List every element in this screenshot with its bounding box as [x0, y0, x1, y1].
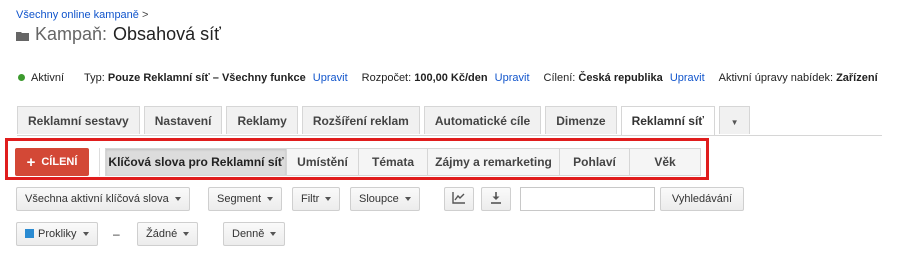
line-chart-icon	[452, 192, 465, 204]
tab-reklamy[interactable]: Reklamy	[226, 106, 298, 134]
search-button[interactable]: Vyhledávání	[660, 187, 744, 211]
segment-label: Segment	[217, 193, 262, 205]
caret-down-icon	[270, 232, 277, 236]
download-button[interactable]	[481, 187, 511, 211]
edit-type-link[interactable]: Upravit	[313, 72, 348, 84]
page-title: Kampaň: Obsahová síť	[16, 24, 221, 45]
download-icon	[491, 192, 501, 204]
columns-dropdown[interactable]: Sloupce	[350, 187, 420, 211]
folder-icon	[16, 24, 35, 45]
more-tabs-button[interactable]: ▼	[719, 106, 751, 134]
segment-dropdown[interactable]: Segment	[208, 187, 283, 211]
plus-icon: +	[26, 153, 36, 171]
breadcrumb-separator: >	[141, 9, 149, 21]
breadcrumb-link[interactable]: Všechny online kampaně	[16, 9, 139, 21]
period-label: Denně	[232, 228, 265, 240]
compare-metric-dropdown[interactable]: Žádné	[137, 222, 199, 246]
filter-dropdown[interactable]: Filtr	[292, 187, 341, 211]
keyword-filter-dropdown[interactable]: Všechna aktivní klíčová slova	[16, 187, 190, 211]
tab-rozsireni-reklam[interactable]: Rozšíření reklam	[301, 106, 420, 134]
columns-label: Sloupce	[359, 193, 399, 205]
target-label: Cílení:	[543, 72, 576, 84]
subtab-age[interactable]: Věk	[629, 148, 701, 176]
subtab-topics[interactable]: Témata	[358, 148, 428, 176]
breadcrumb: Všechny online kampaně >	[16, 9, 148, 21]
title-prefix: Kampaň:	[35, 24, 108, 44]
caret-down-icon	[325, 197, 332, 201]
tab-nastaveni[interactable]: Nastavení	[143, 106, 223, 134]
tab-reklamni-sit[interactable]: Reklamní síť	[620, 106, 716, 136]
filter-label: Filtr	[301, 193, 320, 205]
target-value: Česká republika	[578, 72, 663, 84]
period-dropdown[interactable]: Denně	[223, 222, 286, 246]
budget-value: 100,00 Kč/den	[414, 72, 488, 84]
metric-dropdown[interactable]: Prokliky	[16, 222, 98, 246]
bid-value: Zařízení	[836, 72, 878, 84]
subtab-interests-remarketing[interactable]: Zájmy a remarketing	[427, 148, 560, 176]
campaign-info-bar: Aktivní Typ: Pouze Reklamní síť – Všechn…	[18, 72, 892, 84]
caret-down-icon	[267, 197, 274, 201]
campaign-targeting: Cílení: Česká republika Upravit	[544, 72, 705, 84]
targeting-subtabs: Klíčová slova pro Reklamní síť Umístění …	[105, 148, 701, 176]
metric-color-swatch	[25, 229, 34, 238]
caret-down-icon	[404, 197, 411, 201]
divider	[99, 148, 100, 176]
caret-down-icon	[174, 197, 181, 201]
campaign-type: Typ: Pouze Reklamní síť – Všechny funkce…	[84, 72, 348, 84]
subtab-gender[interactable]: Pohlaví	[559, 148, 630, 176]
subtab-placements[interactable]: Umístění	[286, 148, 359, 176]
status-text: Aktivní	[31, 72, 65, 84]
campaign-budget: Rozpočet: 100,00 Kč/den Upravit	[362, 72, 530, 84]
caret-down-icon	[183, 232, 190, 236]
status-dot-icon	[18, 74, 25, 81]
chevron-down-icon: ▼	[730, 118, 739, 127]
keyword-filter-label: Všechna aktivní klíčová slova	[25, 193, 169, 205]
type-label: Typ:	[84, 72, 105, 84]
add-targeting-button[interactable]: + CÍLENÍ	[15, 148, 89, 176]
metric-separator: –	[113, 227, 120, 241]
edit-targeting-link[interactable]: Upravit	[670, 72, 705, 84]
campaign-tabs: Reklamní sestavy Nastavení Reklamy Rozší…	[17, 106, 754, 136]
campaign-name: Obsahová síť	[113, 24, 221, 44]
tabs-divider	[17, 135, 882, 136]
tab-dimenze[interactable]: Dimenze	[545, 106, 617, 134]
tab-reklamni-sestavy[interactable]: Reklamní sestavy	[17, 106, 140, 134]
chart-toggle-button[interactable]	[444, 187, 474, 211]
tab-automaticke-cile[interactable]: Automatické cíle	[423, 106, 542, 134]
search-input[interactable]	[520, 187, 655, 211]
search-button-label: Vyhledávání	[671, 193, 733, 205]
bid-adjustments: Aktivní úpravy nabídek: Zařízení	[719, 72, 878, 84]
metric-label: Prokliky	[38, 228, 77, 240]
edit-budget-link[interactable]: Upravit	[495, 72, 530, 84]
compare-metric-label: Žádné	[146, 228, 178, 240]
subtab-display-keywords[interactable]: Klíčová slova pro Reklamní síť	[105, 148, 287, 176]
type-value: Pouze Reklamní síť – Všechny funkce	[107, 72, 306, 84]
budget-label: Rozpočet:	[361, 72, 412, 84]
caret-down-icon	[82, 232, 89, 236]
bid-label: Aktivní úpravy nabídek:	[718, 72, 833, 84]
add-targeting-label: CÍLENÍ	[41, 156, 78, 168]
status: Aktivní	[18, 72, 64, 84]
